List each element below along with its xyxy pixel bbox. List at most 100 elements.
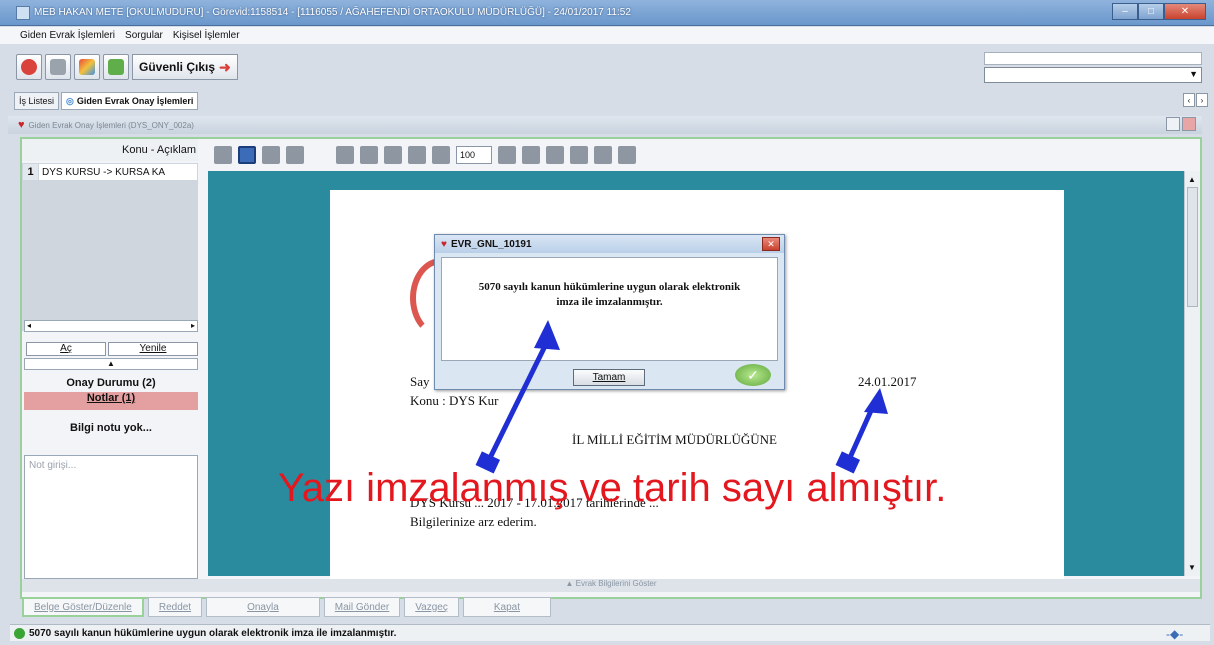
scroll-down-icon[interactable]: ▼	[1188, 563, 1196, 572]
window-title: MEB HAKAN METE [OKULMUDURU] - Görevid:11…	[34, 7, 631, 18]
action-bar: Belge Göster/Düzenle Reddet Onayla Mail …	[22, 596, 1200, 618]
previous-page-icon[interactable]	[286, 146, 304, 164]
palette-button[interactable]	[74, 54, 100, 80]
column-header-konu[interactable]: Konu - Açıklam	[22, 139, 198, 161]
chevron-up-icon: ▲	[107, 359, 115, 368]
blank-icon	[50, 59, 66, 75]
message-dialog: ♥ EVR_GNL_10191 ✕ 5070 sayılı kanun hükü…	[434, 234, 785, 390]
tab-label: İş Listesi	[19, 96, 55, 106]
panel-controls	[1166, 117, 1196, 131]
app-icon	[16, 5, 30, 20]
stop-button[interactable]	[16, 54, 42, 80]
tab-is-listesi[interactable]: İş Listesi	[14, 92, 60, 110]
dialog-title: EVR_GNL_10191	[450, 238, 532, 250]
status-bar: 5070 sayılı kanun hükümlerine uygun olar…	[10, 624, 1210, 641]
horizontal-scrollbar[interactable]: ◂ ▸	[24, 320, 198, 332]
scroll-up-icon[interactable]: ▲	[1188, 175, 1196, 184]
annotation-text: Yazı imzalanmış ve tarih sayı almıştır.	[278, 466, 947, 510]
close-button[interactable]: ✕	[1164, 3, 1206, 20]
menu-kisisel[interactable]: Kişisel İşlemler	[173, 30, 240, 41]
list-item[interactable]: 1 DYS KURSU -> KURSA KA	[22, 163, 198, 181]
doc-date: 24.01.2017	[858, 374, 917, 389]
close-panel-button[interactable]: Kapat	[462, 597, 552, 617]
collapse-toggle[interactable]: ▲	[24, 358, 198, 370]
panel-close-button[interactable]	[1182, 117, 1196, 131]
fit-page-icon[interactable]	[408, 146, 426, 164]
vertical-scrollbar[interactable]: ▲ ▼	[1184, 171, 1200, 576]
tab-giden-evrak-onay[interactable]: ◎ Giden Evrak Onay İşlemleri	[61, 92, 199, 110]
checkmark-icon: ✓	[735, 364, 771, 386]
tab-strip: İş Listesi ◎ Giden Evrak Onay İşlemleri	[14, 92, 199, 110]
cancel-button[interactable]: Vazgeç	[404, 597, 459, 617]
note-input[interactable]: Not girişi...	[24, 455, 198, 579]
tab-scroll-buttons: ‹ ›	[1183, 93, 1208, 107]
evrak-toggle-label: Evrak Bilgilerini Göster	[575, 579, 657, 588]
exit-door-icon: ➜	[219, 58, 231, 75]
menu-giden-evrak[interactable]: Giden Evrak İşlemleri	[20, 30, 115, 41]
panel-title-bar: ♥ Giden Evrak Onay İşlemleri (DYS_ONY_00…	[8, 116, 1202, 134]
tools-button[interactable]	[103, 54, 129, 80]
last-page-icon[interactable]	[360, 146, 378, 164]
document-icon[interactable]	[522, 146, 540, 164]
save-icon[interactable]	[238, 146, 256, 164]
doc-addressee: İL MİLLİ EĞİTİM MÜDÜRLÜĞÜNE	[572, 432, 777, 447]
tab-scroll-right[interactable]: ›	[1196, 93, 1208, 107]
fit-width-icon[interactable]	[432, 146, 450, 164]
scroll-thumb[interactable]	[1187, 187, 1198, 307]
tab-icon: ◎	[66, 95, 74, 106]
menu-sorgular[interactable]: Sorgular	[125, 30, 163, 41]
folder-icon[interactable]	[214, 146, 232, 164]
status-message: 5070 sayılı kanun hükümlerine uygun olar…	[29, 627, 397, 639]
main-toolbar: Güvenli Çıkış ➜	[16, 52, 238, 82]
tools-icon	[108, 59, 124, 75]
stamp-icon[interactable]	[570, 146, 588, 164]
open-button[interactable]: Aç	[26, 342, 106, 356]
copy-icon[interactable]	[618, 146, 636, 164]
dialog-close-button[interactable]: ✕	[762, 237, 780, 251]
doc-body-line2: Bilgilerinize arz ederim.	[410, 514, 537, 529]
send-mail-button[interactable]: Mail Gönder	[323, 597, 401, 617]
connection-icon: -◆-	[1166, 627, 1184, 641]
refresh-button[interactable]: Yenile	[108, 342, 198, 356]
sign-icon[interactable]	[546, 146, 564, 164]
reject-button[interactable]: Reddet	[147, 597, 203, 617]
dialog-ok-button[interactable]: Tamam	[573, 369, 645, 386]
pages-icon[interactable]	[594, 146, 612, 164]
title-bar: MEB HAKAN METE [OKULMUDURU] - Görevid:11…	[0, 0, 1214, 26]
panel-title: Giden Evrak Onay İşlemleri (DYS_ONY_002a…	[28, 120, 194, 130]
window-controls: – □ ✕	[1112, 3, 1206, 20]
meb-heart-icon: ♥	[441, 238, 447, 250]
dialog-title-bar: ♥ EVR_GNL_10191	[435, 235, 784, 253]
secure-exit-button[interactable]: Güvenli Çıkış ➜	[132, 54, 238, 80]
palette-icon	[79, 59, 95, 75]
top-right-input[interactable]	[984, 52, 1202, 65]
dialog-message: 5070 sayılı kanun hükümlerine uygun olar…	[441, 257, 778, 361]
approve-button[interactable]: Onayla	[206, 597, 320, 617]
stop-icon	[21, 59, 37, 75]
rotate-icon[interactable]	[384, 146, 402, 164]
top-right-select[interactable]: ▼	[984, 67, 1202, 83]
doc-konu: Konu : DYS Kur	[410, 393, 499, 408]
secure-exit-label: Güvenli Çıkış	[139, 60, 216, 74]
maximize-button[interactable]: □	[1138, 3, 1164, 20]
doc-sayi: Say	[410, 374, 430, 389]
first-page-icon[interactable]	[262, 146, 280, 164]
tab-label: Giden Evrak Onay İşlemleri	[76, 96, 194, 106]
scroll-right-icon[interactable]: ▸	[191, 321, 195, 330]
minimize-button[interactable]: –	[1112, 3, 1138, 20]
zoom-input[interactable]: 100	[456, 146, 492, 164]
notes-link[interactable]: Notlar (1)	[24, 392, 198, 410]
next-page-icon[interactable]	[336, 146, 354, 164]
print-icon[interactable]	[498, 146, 516, 164]
evrak-info-toggle[interactable]: ▲ Evrak Bilgilerini Göster	[22, 579, 1200, 592]
chevron-down-icon: ▼	[1189, 69, 1198, 79]
tab-scroll-left[interactable]: ‹	[1183, 93, 1195, 107]
scroll-left-icon[interactable]: ◂	[27, 321, 31, 330]
show-document-button[interactable]: Belge Göster/Düzenle	[22, 597, 144, 617]
blank-button[interactable]	[45, 54, 71, 80]
row-number: 1	[23, 164, 39, 180]
panel-restore-button[interactable]	[1166, 117, 1180, 131]
chevron-up-icon: ▲	[565, 579, 576, 588]
info-text: Bilgi notu yok...	[70, 422, 152, 434]
success-icon	[14, 627, 25, 639]
